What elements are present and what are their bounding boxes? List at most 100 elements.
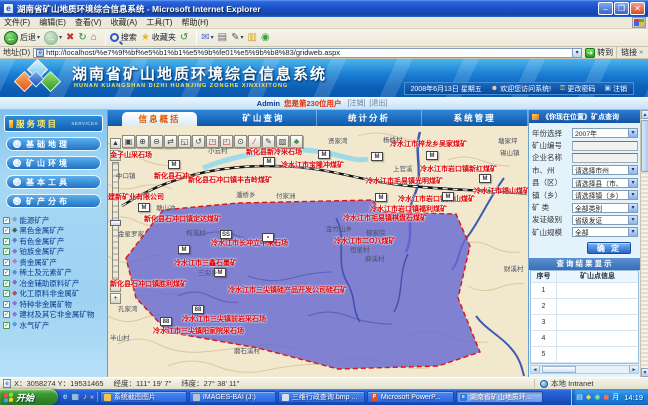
- input-cn-tray-icon[interactable]: 月: [612, 393, 619, 402]
- refresh-view-tool[interactable]: ↺: [192, 135, 205, 148]
- field-select[interactable]: 请选择县（市、: [572, 178, 638, 188]
- scroll-thumb[interactable]: [542, 366, 576, 373]
- tab-统计分析[interactable]: 统计分析: [317, 110, 423, 126]
- full-extent-tool[interactable]: ◱: [178, 135, 191, 148]
- task-button[interactable]: e湖南省矿山地质环...: [456, 391, 543, 403]
- print-button[interactable]: ▤: [218, 31, 227, 45]
- messenger-button[interactable]: ◉: [261, 31, 270, 45]
- task-button[interactable]: PMicrosoft PowerP...: [367, 391, 454, 403]
- logout-link[interactable]: ▣注销: [604, 84, 627, 94]
- chevron-more-icon[interactable]: »: [90, 394, 94, 401]
- sidebar-group-4[interactable]: 矿产分布: [6, 194, 101, 208]
- mineral-layer-item[interactable]: ◆特种非金属矿物: [3, 299, 106, 310]
- checkbox-checked-icon[interactable]: [3, 248, 10, 255]
- field-select[interactable]: 2007年: [572, 128, 638, 138]
- tab-信息概括[interactable]: 信息概括: [122, 112, 197, 126]
- checkbox-checked-icon[interactable]: [3, 290, 10, 297]
- field-select[interactable]: 请选择市州: [572, 165, 638, 175]
- scroll-left-icon[interactable]: ◄: [531, 366, 540, 373]
- mail-button[interactable]: ✉: [201, 31, 213, 45]
- checkbox-checked-icon[interactable]: [3, 311, 10, 318]
- checkbox-checked-icon[interactable]: [3, 280, 10, 287]
- desktop-quicklaunch-icon[interactable]: ▦: [71, 392, 79, 402]
- mine-marker[interactable]: 88: [192, 305, 204, 314]
- layers-tool[interactable]: ♣: [290, 135, 303, 148]
- task-button[interactable]: 三维行政查询.bmp ...: [278, 391, 365, 403]
- sidebar-group-1[interactable]: 基础地理: [6, 137, 101, 151]
- strip-logout-link[interactable]: [注销]: [348, 98, 366, 108]
- checkbox-checked-icon[interactable]: [3, 301, 10, 308]
- go-button[interactable]: 转到: [585, 47, 613, 58]
- maximize-button[interactable]: [614, 2, 629, 15]
- panel-horizontal-scrollbar[interactable]: ◄ ►: [530, 365, 639, 374]
- search-button[interactable]: 搜索: [110, 32, 137, 43]
- strip-exit-link[interactable]: [退出]: [369, 98, 387, 108]
- back-button[interactable]: ←后退: [4, 31, 40, 45]
- draw-tool[interactable]: ✎: [262, 135, 275, 148]
- table-row[interactable]: 2: [531, 299, 638, 315]
- scroll-right-icon[interactable]: ►: [629, 366, 638, 373]
- volume-tray-icon[interactable]: ◉: [594, 393, 600, 402]
- pan-south-icon[interactable]: +: [110, 293, 121, 304]
- chevron-down-icon[interactable]: [628, 204, 637, 212]
- scroll-thumb[interactable]: [641, 120, 648, 172]
- mine-marker[interactable]: •: [262, 233, 274, 242]
- mine-marker[interactable]: M: [442, 192, 454, 201]
- submit-button[interactable]: 确 定: [587, 242, 631, 254]
- checkbox-checked-icon[interactable]: [3, 217, 10, 224]
- pan-tool[interactable]: ⇄: [164, 135, 177, 148]
- printer-tray-icon[interactable]: ▤: [576, 393, 583, 402]
- map-viewport[interactable]: ▲ + − + ▣⊕⊖⇄◱↺◳◰⊙∕✎▨♣ 金子山采石场新化县新冷采石场冷水江市…: [108, 126, 528, 377]
- discuss-button[interactable]: ▥: [247, 31, 256, 45]
- mineral-layer-item[interactable]: ◆建材及其它非金属矿物: [3, 310, 106, 321]
- field-input[interactable]: [572, 153, 638, 163]
- links-bar[interactable]: 链接: [616, 47, 645, 58]
- mine-marker[interactable]: M: [375, 193, 387, 202]
- scroll-down-icon[interactable]: ▼: [641, 368, 648, 377]
- table-row[interactable]: 4: [531, 331, 638, 347]
- checkbox-checked-icon[interactable]: [3, 322, 10, 329]
- identify-tool[interactable]: ⊙: [234, 135, 247, 148]
- mine-marker[interactable]: M: [318, 150, 330, 159]
- checkbox-checked-icon[interactable]: [3, 259, 10, 266]
- menu-item[interactable]: 编辑(E): [39, 17, 66, 28]
- checkbox-checked-icon[interactable]: [3, 269, 10, 276]
- mineral-layer-item[interactable]: ◆铂族金属矿产: [3, 247, 106, 258]
- favorites-button[interactable]: ★收藏夹: [141, 31, 176, 45]
- page-vertical-scrollbar[interactable]: ▲ ▼: [640, 110, 648, 377]
- menu-item[interactable]: 查看(V): [75, 17, 102, 28]
- checkbox-checked-icon[interactable]: [3, 238, 10, 245]
- history-button[interactable]: ↺: [180, 31, 188, 45]
- close-button[interactable]: [630, 2, 645, 15]
- menu-item[interactable]: 工具(T): [146, 17, 172, 28]
- zoom-slider-thumb[interactable]: [110, 220, 121, 226]
- antivirus-tray-icon[interactable]: ◼: [603, 393, 609, 402]
- tab-矿山查询[interactable]: 矿山查询: [211, 110, 317, 126]
- table-row[interactable]: 3: [531, 315, 638, 331]
- mineral-layer-item[interactable]: ◆冶金辅助原料矿产: [3, 278, 106, 289]
- menu-item[interactable]: 帮助(H): [181, 17, 208, 28]
- pan-north-icon[interactable]: ▲: [110, 138, 121, 149]
- edit-button[interactable]: ✎: [231, 31, 243, 45]
- mineral-layer-item[interactable]: ◆水气矿产: [3, 320, 106, 331]
- mineral-layer-item[interactable]: ◆化工原料非金属矿: [3, 289, 106, 300]
- erase-tool[interactable]: ▨: [276, 135, 289, 148]
- task-button[interactable]: IMAGES-BAI (J:): [189, 391, 276, 403]
- mine-marker[interactable]: M: [138, 203, 150, 212]
- zoom-out-tool[interactable]: ⊖: [150, 135, 163, 148]
- address-dropdown-icon[interactable]: [573, 48, 582, 58]
- start-button[interactable]: 开始: [0, 389, 58, 405]
- update-shield-tray-icon[interactable]: ◆: [586, 393, 591, 402]
- ie-quicklaunch-icon[interactable]: e: [63, 392, 67, 402]
- field-select[interactable]: 全部: [572, 227, 638, 237]
- stop-button[interactable]: ✖: [66, 31, 74, 45]
- forward-button[interactable]: →: [44, 31, 62, 45]
- scroll-up-icon[interactable]: ▲: [641, 110, 648, 119]
- chevron-down-icon[interactable]: [628, 228, 637, 236]
- mine-marker[interactable]: M: [371, 152, 383, 161]
- mineral-layer-item[interactable]: ◆黑色金属矿产: [3, 226, 106, 237]
- menu-item[interactable]: 收藏(A): [111, 17, 138, 28]
- task-button[interactable]: 系统截图图片: [100, 391, 187, 403]
- chevron-down-icon[interactable]: [628, 216, 637, 224]
- field-input[interactable]: [572, 141, 638, 151]
